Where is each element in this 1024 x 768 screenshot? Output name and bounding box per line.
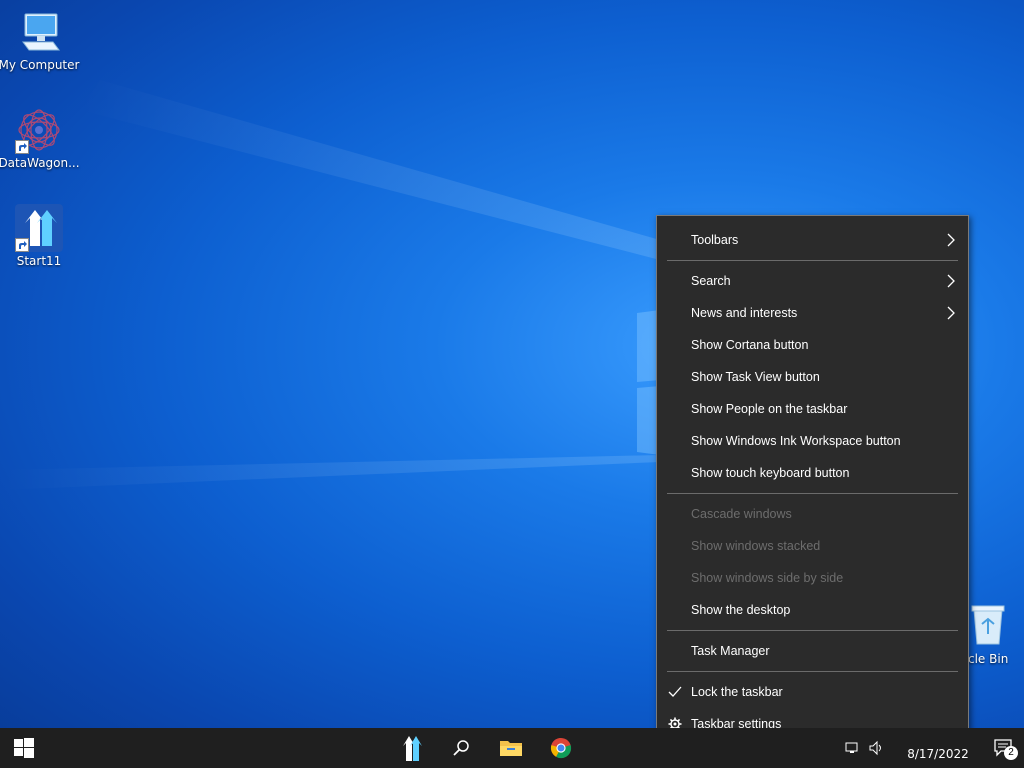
start11-icon (403, 736, 422, 761)
shortcut-arrow-icon (15, 238, 29, 252)
menu-item-label: Search (691, 274, 731, 288)
desktop-icon-label: My Computer (0, 58, 80, 72)
menu-separator (667, 671, 958, 672)
menu-item-search[interactable]: Search (657, 265, 968, 297)
tray-network-icon[interactable] (845, 740, 861, 756)
menu-item-label: Show People on the taskbar (691, 402, 848, 416)
menu-item-label: Show touch keyboard button (691, 466, 850, 480)
menu-item-label: Cascade windows (691, 507, 792, 521)
menu-item-cascade-windows: Cascade windows (657, 498, 968, 530)
recycle-bin-label: cle Bin (968, 652, 1009, 666)
chevron-right-icon (947, 233, 955, 247)
start11-icon (15, 204, 63, 252)
menu-item-show-windows-stacked: Show windows stacked (657, 530, 968, 562)
menu-item-label: Show windows stacked (691, 539, 821, 553)
recycle-bin-icon (971, 605, 1005, 645)
menu-item-label: Show Task View button (691, 370, 820, 384)
taskbar-date: 8/17/2022 (907, 747, 969, 761)
menu-item-lock-the-taskbar[interactable]: Lock the taskbar (657, 676, 968, 708)
menu-separator (667, 260, 958, 261)
desktop-icon-my-computer[interactable]: My Computer (0, 8, 82, 72)
windows-logo-icon (14, 738, 34, 758)
action-center-button[interactable]: 2 (984, 728, 1024, 768)
menu-item-show-the-desktop[interactable]: Show the desktop (657, 594, 968, 626)
menu-item-toolbars[interactable]: Toolbars (657, 224, 968, 256)
menu-item-show-ink-workspace[interactable]: Show Windows Ink Workspace button (657, 425, 968, 457)
notification-count-badge: 2 (1004, 746, 1018, 760)
taskbar-file-explorer-button[interactable] (487, 728, 535, 768)
file-explorer-icon (500, 741, 522, 756)
menu-item-label: News and interests (691, 306, 798, 320)
taskbar[interactable]: 8/17/2022 2 (0, 728, 1024, 768)
menu-separator (667, 630, 958, 631)
taskbar-clock[interactable]: 8/17/2022 (898, 732, 978, 761)
datawagon-icon (15, 106, 63, 154)
menu-item-label: Show Windows Ink Workspace button (691, 434, 901, 448)
menu-item-show-windows-side-by-side: Show windows side by side (657, 562, 968, 594)
start-button[interactable] (0, 728, 48, 768)
desktop-icon-start11[interactable]: Start11 (0, 204, 82, 268)
desktop-icon-label: DataWagon... (0, 156, 80, 170)
desktop-icon-datawagon[interactable]: DataWagon... (0, 106, 82, 170)
menu-item-news-and-interests[interactable]: News and interests (657, 297, 968, 329)
taskbar-context-menu: Toolbars Search News and interests Show … (656, 215, 969, 748)
checkmark-icon (668, 686, 682, 697)
shortcut-arrow-icon (15, 140, 29, 154)
chrome-icon (550, 737, 572, 759)
menu-item-label: Toolbars (691, 233, 739, 247)
tray-volume-icon[interactable] (868, 740, 884, 756)
menu-item-show-task-view[interactable]: Show Task View button (657, 361, 968, 393)
taskbar-search-button[interactable] (437, 728, 485, 768)
computer-icon (15, 8, 63, 56)
taskbar-chrome-button[interactable] (537, 728, 585, 768)
chevron-right-icon (947, 306, 955, 320)
menu-item-label: Show Cortana button (691, 338, 809, 352)
taskbar-start11-button[interactable] (388, 728, 436, 768)
menu-separator (667, 493, 958, 494)
menu-item-label: Lock the taskbar (691, 685, 783, 699)
menu-item-label: Show the desktop (691, 603, 791, 617)
menu-item-show-cortana[interactable]: Show Cortana button (657, 329, 968, 361)
chevron-right-icon (947, 274, 955, 288)
menu-item-label: Show windows side by side (691, 571, 844, 585)
desktop-icon-label: Start11 (16, 254, 62, 268)
menu-item-show-people[interactable]: Show People on the taskbar (657, 393, 968, 425)
menu-item-label: Task Manager (691, 644, 770, 658)
search-icon (453, 740, 469, 756)
menu-item-show-touch-keyboard[interactable]: Show touch keyboard button (657, 457, 968, 489)
menu-item-task-manager[interactable]: Task Manager (657, 635, 968, 667)
